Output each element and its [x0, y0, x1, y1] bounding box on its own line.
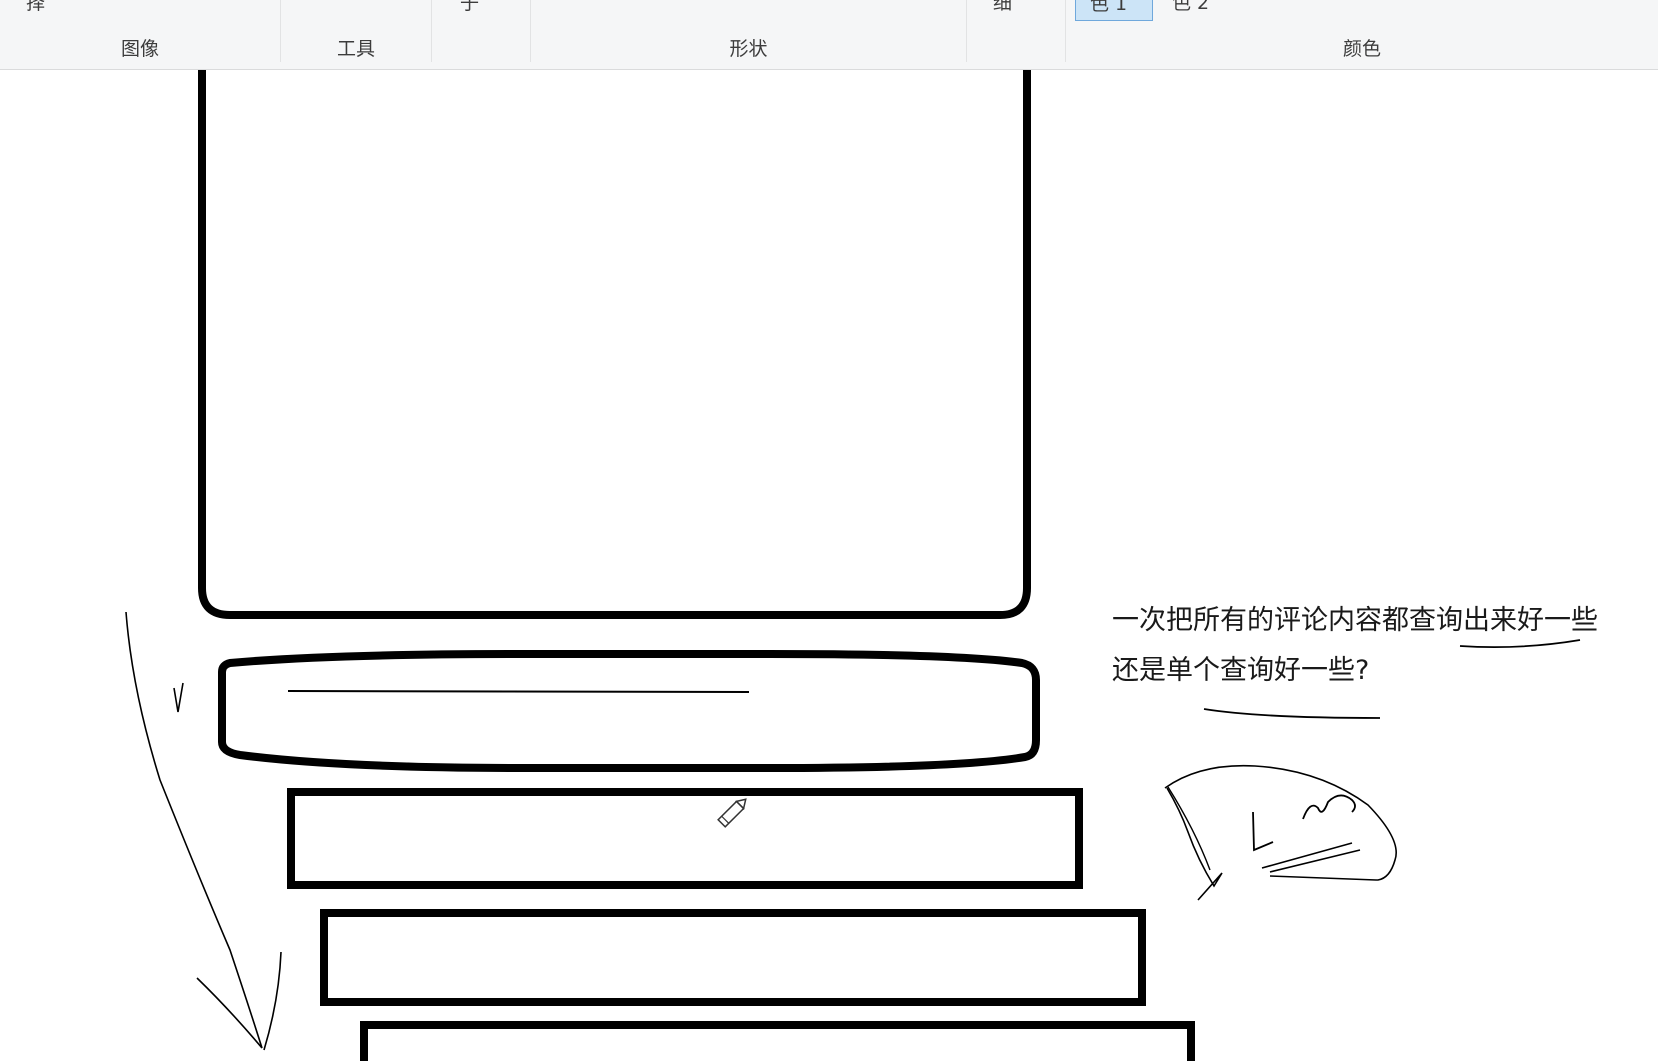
canvas-drawing [125, 70, 1581, 1061]
large-rounded-rectangle [198, 70, 1031, 619]
check-mark [173, 682, 184, 713]
pencil-icon [717, 798, 747, 828]
underline-2 [1203, 708, 1381, 719]
rectangle-2 [320, 909, 1146, 1006]
group-image: 图像 [0, 0, 280, 69]
arrow-stroke [125, 611, 263, 1049]
doodle-lines [1261, 842, 1361, 873]
doodle-squiggle [1302, 794, 1356, 820]
group-shapes-label: 形状 [729, 38, 768, 60]
outline-button-label[interactable]: 细 [993, 0, 1012, 15]
group-separator [431, 0, 432, 62]
pill-inner-line [287, 690, 750, 693]
note-line-2: 还是单个查询好一些? [1112, 655, 1370, 686]
group-separator [966, 0, 967, 62]
note-line-1: 一次把所有的评论内容都查询出来好一些 [1112, 605, 1598, 636]
drawing-canvas[interactable]: 一次把所有的评论内容都查询出来好一些 还是单个查询好一些? [0, 70, 1658, 1061]
group-colors: 颜色 [1066, 0, 1658, 69]
doodle-left [1166, 787, 1223, 901]
group-shapes: 形状 [531, 0, 966, 69]
underline-1 [1459, 639, 1581, 649]
group-image-label: 图像 [120, 38, 159, 60]
arrow-head-right [263, 951, 282, 1051]
group-tools: 工具 [281, 0, 431, 69]
group-colors-label: 颜色 [1342, 38, 1381, 60]
size-button-label[interactable]: 子 [460, 0, 479, 15]
rectangle-3 [360, 1021, 1195, 1061]
rectangle-1 [287, 788, 1083, 889]
doodle-l [1252, 811, 1274, 852]
pill-shape [218, 650, 1040, 772]
ribbon-toolbar: 择 图像 工具 子 形状 细 色 1 色 2 颜色 [0, 0, 1658, 70]
arrow-head-left [196, 977, 263, 1049]
group-tools-label: 工具 [336, 38, 375, 60]
